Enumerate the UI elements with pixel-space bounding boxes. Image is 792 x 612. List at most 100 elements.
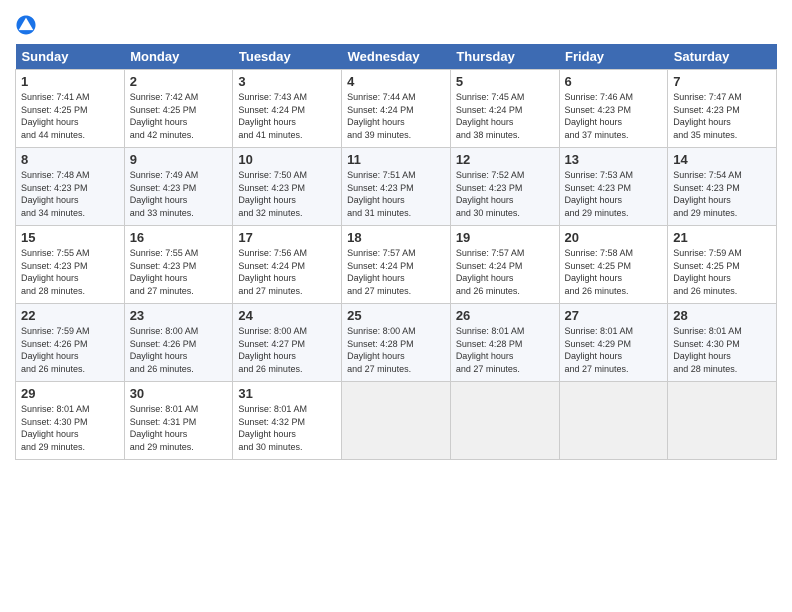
day-number: 17 [238,230,336,245]
calendar-cell: 22 Sunrise: 7:59 AMSunset: 4:26 PMDaylig… [16,304,125,382]
day-info: Sunrise: 8:01 AMSunset: 4:29 PMDaylight … [565,326,634,374]
calendar-cell: 27 Sunrise: 8:01 AMSunset: 4:29 PMDaylig… [559,304,668,382]
day-info: Sunrise: 7:43 AMSunset: 4:24 PMDaylight … [238,92,307,140]
day-number: 2 [130,74,228,89]
day-info: Sunrise: 7:57 AMSunset: 4:24 PMDaylight … [456,248,525,296]
day-number: 10 [238,152,336,167]
week-row-3: 15 Sunrise: 7:55 AMSunset: 4:23 PMDaylig… [16,226,777,304]
weekday-header-saturday: Saturday [668,44,777,70]
calendar-cell: 12 Sunrise: 7:52 AMSunset: 4:23 PMDaylig… [450,148,559,226]
weekday-header-row: SundayMondayTuesdayWednesdayThursdayFrid… [16,44,777,70]
calendar-cell: 26 Sunrise: 8:01 AMSunset: 4:28 PMDaylig… [450,304,559,382]
calendar-container: SundayMondayTuesdayWednesdayThursdayFrid… [0,0,792,470]
day-info: Sunrise: 8:00 AMSunset: 4:28 PMDaylight … [347,326,416,374]
calendar-cell: 21 Sunrise: 7:59 AMSunset: 4:25 PMDaylig… [668,226,777,304]
day-number: 22 [21,308,119,323]
logo [15,14,39,36]
calendar-cell: 29 Sunrise: 8:01 AMSunset: 4:30 PMDaylig… [16,382,125,460]
calendar-cell [342,382,451,460]
day-number: 28 [673,308,771,323]
day-info: Sunrise: 7:59 AMSunset: 4:25 PMDaylight … [673,248,742,296]
calendar-cell [450,382,559,460]
day-number: 7 [673,74,771,89]
day-number: 4 [347,74,445,89]
day-info: Sunrise: 7:54 AMSunset: 4:23 PMDaylight … [673,170,742,218]
calendar-cell: 8 Sunrise: 7:48 AMSunset: 4:23 PMDayligh… [16,148,125,226]
day-info: Sunrise: 7:59 AMSunset: 4:26 PMDaylight … [21,326,90,374]
calendar-cell: 30 Sunrise: 8:01 AMSunset: 4:31 PMDaylig… [124,382,233,460]
day-number: 6 [565,74,663,89]
day-number: 19 [456,230,554,245]
calendar-cell: 19 Sunrise: 7:57 AMSunset: 4:24 PMDaylig… [450,226,559,304]
calendar-cell: 25 Sunrise: 8:00 AMSunset: 4:28 PMDaylig… [342,304,451,382]
day-number: 3 [238,74,336,89]
header [15,10,777,36]
calendar-cell: 23 Sunrise: 8:00 AMSunset: 4:26 PMDaylig… [124,304,233,382]
day-number: 16 [130,230,228,245]
day-number: 18 [347,230,445,245]
day-info: Sunrise: 8:01 AMSunset: 4:32 PMDaylight … [238,404,307,452]
weekday-header-thursday: Thursday [450,44,559,70]
day-info: Sunrise: 7:57 AMSunset: 4:24 PMDaylight … [347,248,416,296]
day-info: Sunrise: 7:42 AMSunset: 4:25 PMDaylight … [130,92,199,140]
calendar-cell: 3 Sunrise: 7:43 AMSunset: 4:24 PMDayligh… [233,70,342,148]
day-number: 12 [456,152,554,167]
day-info: Sunrise: 7:55 AMSunset: 4:23 PMDaylight … [130,248,199,296]
day-info: Sunrise: 7:46 AMSunset: 4:23 PMDaylight … [565,92,634,140]
day-info: Sunrise: 8:00 AMSunset: 4:27 PMDaylight … [238,326,307,374]
day-number: 23 [130,308,228,323]
calendar-cell: 24 Sunrise: 8:00 AMSunset: 4:27 PMDaylig… [233,304,342,382]
calendar-cell: 14 Sunrise: 7:54 AMSunset: 4:23 PMDaylig… [668,148,777,226]
calendar-table: SundayMondayTuesdayWednesdayThursdayFrid… [15,44,777,460]
day-number: 8 [21,152,119,167]
day-info: Sunrise: 7:50 AMSunset: 4:23 PMDaylight … [238,170,307,218]
day-info: Sunrise: 7:52 AMSunset: 4:23 PMDaylight … [456,170,525,218]
day-info: Sunrise: 7:53 AMSunset: 4:23 PMDaylight … [565,170,634,218]
day-number: 13 [565,152,663,167]
week-row-1: 1 Sunrise: 7:41 AMSunset: 4:25 PMDayligh… [16,70,777,148]
week-row-5: 29 Sunrise: 8:01 AMSunset: 4:30 PMDaylig… [16,382,777,460]
day-number: 29 [21,386,119,401]
week-row-4: 22 Sunrise: 7:59 AMSunset: 4:26 PMDaylig… [16,304,777,382]
calendar-cell [559,382,668,460]
day-info: Sunrise: 7:44 AMSunset: 4:24 PMDaylight … [347,92,416,140]
day-info: Sunrise: 7:48 AMSunset: 4:23 PMDaylight … [21,170,90,218]
day-number: 31 [238,386,336,401]
day-number: 25 [347,308,445,323]
calendar-cell: 2 Sunrise: 7:42 AMSunset: 4:25 PMDayligh… [124,70,233,148]
calendar-cell: 1 Sunrise: 7:41 AMSunset: 4:25 PMDayligh… [16,70,125,148]
day-info: Sunrise: 8:01 AMSunset: 4:31 PMDaylight … [130,404,199,452]
day-info: Sunrise: 7:51 AMSunset: 4:23 PMDaylight … [347,170,416,218]
calendar-cell: 17 Sunrise: 7:56 AMSunset: 4:24 PMDaylig… [233,226,342,304]
calendar-cell [668,382,777,460]
day-number: 30 [130,386,228,401]
day-info: Sunrise: 7:47 AMSunset: 4:23 PMDaylight … [673,92,742,140]
calendar-cell: 4 Sunrise: 7:44 AMSunset: 4:24 PMDayligh… [342,70,451,148]
calendar-cell: 10 Sunrise: 7:50 AMSunset: 4:23 PMDaylig… [233,148,342,226]
day-info: Sunrise: 7:55 AMSunset: 4:23 PMDaylight … [21,248,90,296]
day-info: Sunrise: 7:49 AMSunset: 4:23 PMDaylight … [130,170,199,218]
weekday-header-sunday: Sunday [16,44,125,70]
day-info: Sunrise: 7:45 AMSunset: 4:24 PMDaylight … [456,92,525,140]
logo-icon [15,14,37,36]
day-info: Sunrise: 8:01 AMSunset: 4:30 PMDaylight … [673,326,742,374]
day-number: 27 [565,308,663,323]
calendar-cell: 7 Sunrise: 7:47 AMSunset: 4:23 PMDayligh… [668,70,777,148]
calendar-cell: 5 Sunrise: 7:45 AMSunset: 4:24 PMDayligh… [450,70,559,148]
day-number: 20 [565,230,663,245]
calendar-cell: 18 Sunrise: 7:57 AMSunset: 4:24 PMDaylig… [342,226,451,304]
day-info: Sunrise: 7:58 AMSunset: 4:25 PMDaylight … [565,248,634,296]
weekday-header-tuesday: Tuesday [233,44,342,70]
day-number: 1 [21,74,119,89]
calendar-cell: 28 Sunrise: 8:01 AMSunset: 4:30 PMDaylig… [668,304,777,382]
calendar-cell: 15 Sunrise: 7:55 AMSunset: 4:23 PMDaylig… [16,226,125,304]
calendar-cell: 9 Sunrise: 7:49 AMSunset: 4:23 PMDayligh… [124,148,233,226]
day-info: Sunrise: 7:56 AMSunset: 4:24 PMDaylight … [238,248,307,296]
day-number: 15 [21,230,119,245]
calendar-cell: 11 Sunrise: 7:51 AMSunset: 4:23 PMDaylig… [342,148,451,226]
day-number: 14 [673,152,771,167]
weekday-header-monday: Monday [124,44,233,70]
day-info: Sunrise: 8:01 AMSunset: 4:28 PMDaylight … [456,326,525,374]
weekday-header-friday: Friday [559,44,668,70]
day-number: 5 [456,74,554,89]
